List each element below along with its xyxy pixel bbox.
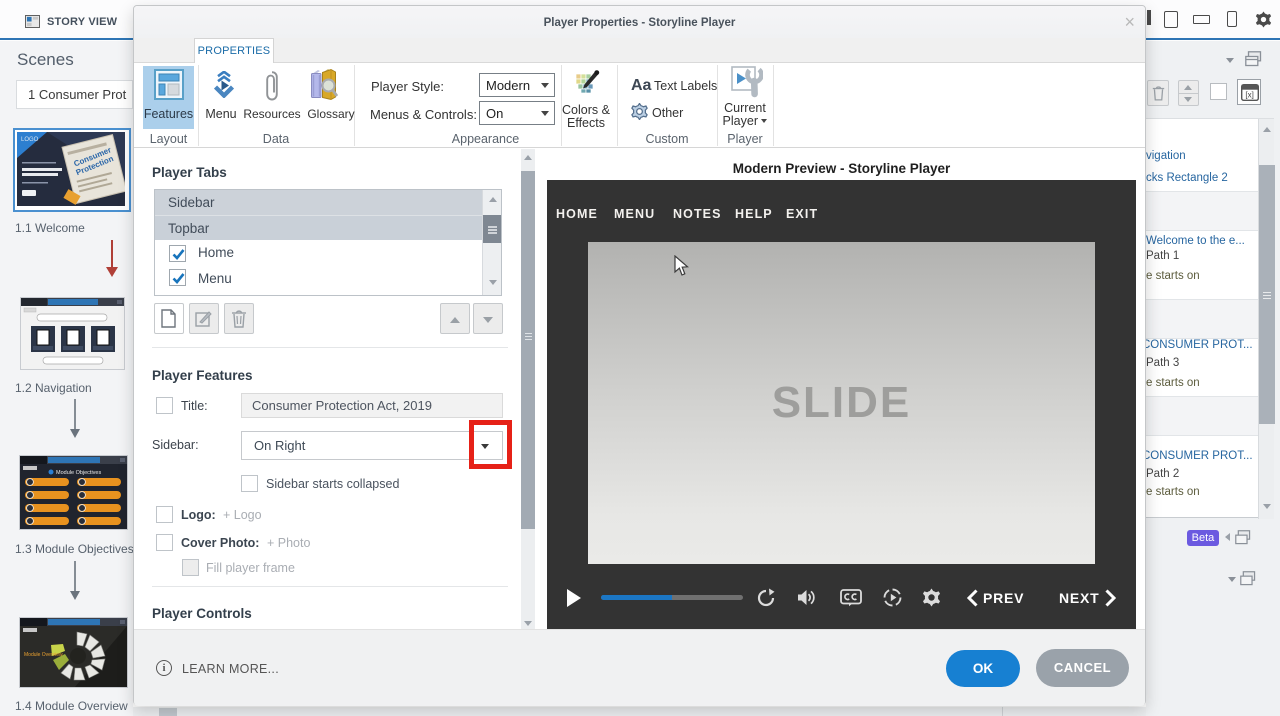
svg-text:Module Overview: Module Overview (24, 652, 63, 658)
svg-text:LOGO: LOGO (21, 137, 39, 143)
svg-text:[x]: [x] (1245, 91, 1253, 100)
svg-text:Module Objectives: Module Objectives (56, 470, 101, 476)
